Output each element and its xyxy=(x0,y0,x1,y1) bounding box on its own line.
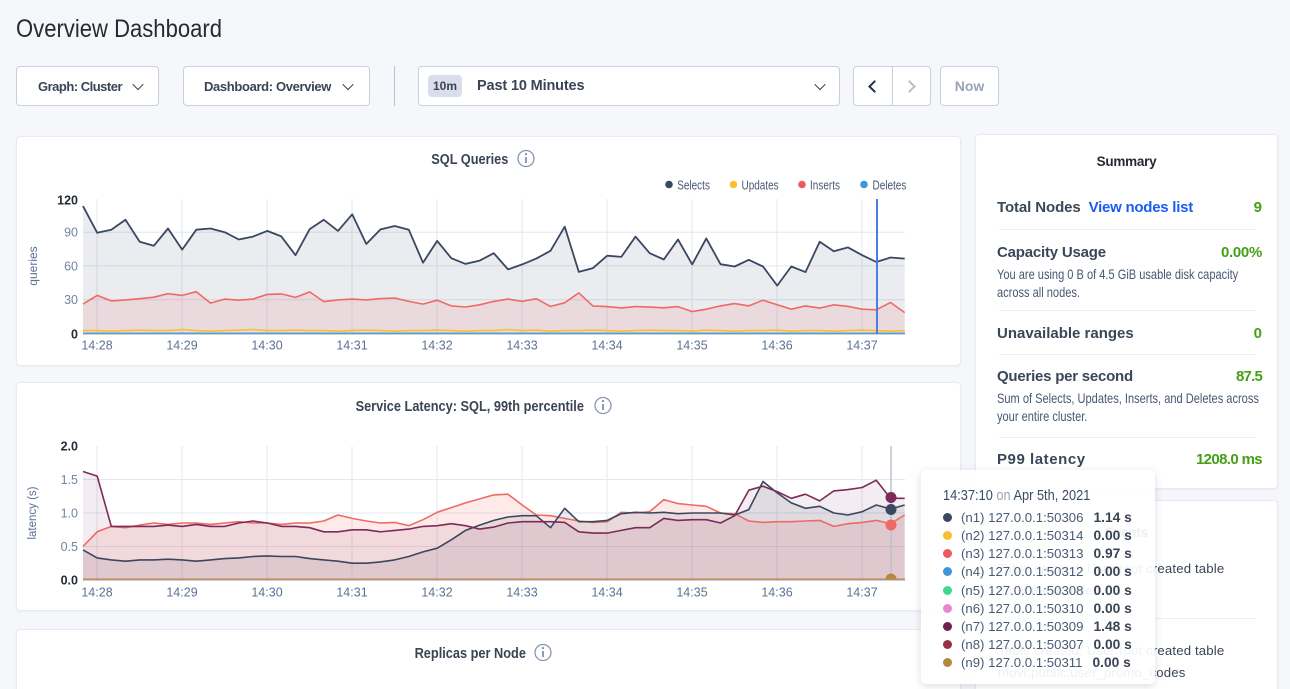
svg-text:queries: queries xyxy=(26,246,40,285)
svg-text:14:32: 14:32 xyxy=(421,586,452,600)
svg-text:latency (s): latency (s) xyxy=(27,486,39,539)
svg-text:14:32: 14:32 xyxy=(421,339,452,353)
svg-text:2.0: 2.0 xyxy=(61,440,78,454)
svg-text:14:28: 14:28 xyxy=(81,339,112,353)
svg-text:90: 90 xyxy=(64,226,78,240)
svg-text:14:31: 14:31 xyxy=(336,339,367,353)
svg-text:14:29: 14:29 xyxy=(166,586,197,600)
svg-text:0: 0 xyxy=(71,328,78,342)
svg-text:0.5: 0.5 xyxy=(61,540,78,554)
svg-text:0.0: 0.0 xyxy=(61,574,78,588)
svg-text:14:35: 14:35 xyxy=(676,339,707,353)
svg-text:1.5: 1.5 xyxy=(61,473,78,487)
svg-text:30: 30 xyxy=(64,293,78,307)
svg-text:14:31: 14:31 xyxy=(336,586,367,600)
svg-text:Selects: Selects xyxy=(677,179,710,192)
svg-text:14:34: 14:34 xyxy=(591,339,622,353)
svg-text:14:33: 14:33 xyxy=(506,586,537,600)
svg-text:60: 60 xyxy=(64,259,78,273)
svg-text:14:30: 14:30 xyxy=(251,339,282,353)
svg-text:14:37: 14:37 xyxy=(846,339,877,353)
svg-text:14:33: 14:33 xyxy=(506,339,537,353)
svg-text:1.0: 1.0 xyxy=(61,507,78,521)
svg-text:14:28: 14:28 xyxy=(81,586,112,600)
svg-text:Deletes: Deletes xyxy=(873,179,907,192)
svg-text:14:30: 14:30 xyxy=(251,586,282,600)
svg-text:Updates: Updates xyxy=(742,179,779,192)
svg-text:14:34: 14:34 xyxy=(591,586,622,600)
svg-text:14:29: 14:29 xyxy=(166,339,197,353)
svg-text:14:36: 14:36 xyxy=(761,339,792,353)
svg-text:14:37: 14:37 xyxy=(846,586,877,600)
svg-text:120: 120 xyxy=(57,194,78,208)
svg-text:Inserts: Inserts xyxy=(810,179,840,192)
svg-text:14:35: 14:35 xyxy=(676,586,707,600)
svg-text:14:36: 14:36 xyxy=(761,586,792,600)
